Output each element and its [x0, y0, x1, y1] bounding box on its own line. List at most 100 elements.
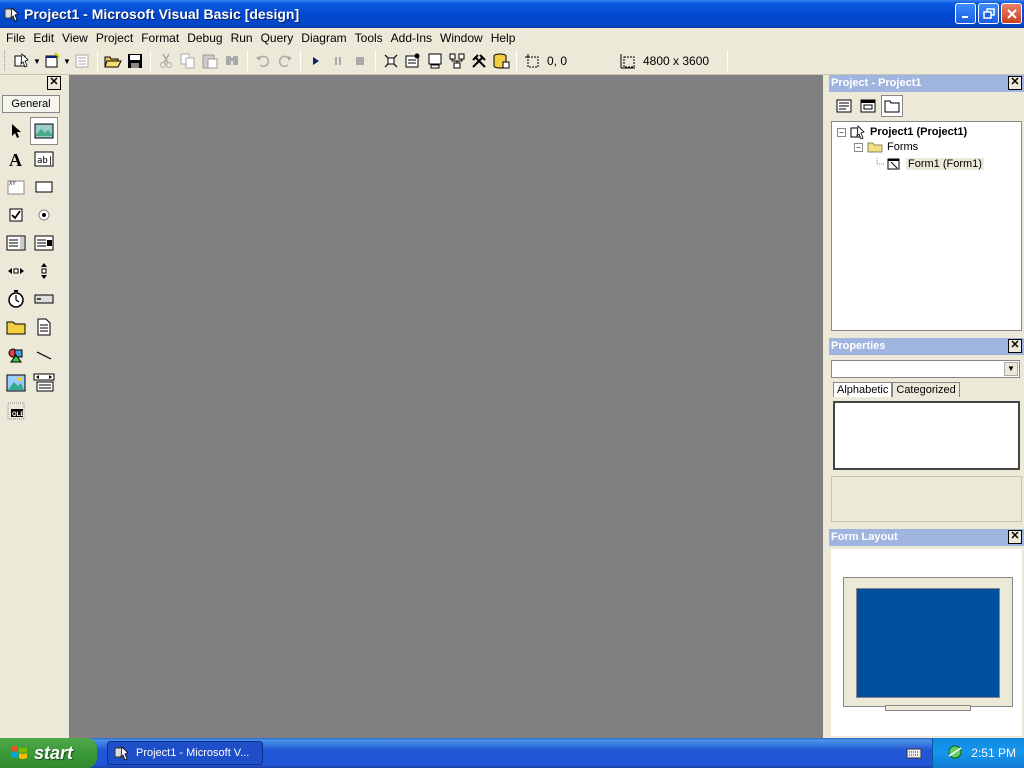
- chevron-down-icon[interactable]: ▼: [33, 57, 41, 66]
- textbox-tool-icon[interactable]: ab|: [30, 145, 58, 173]
- menu-window[interactable]: Window: [436, 31, 487, 45]
- redo-icon[interactable]: [274, 50, 296, 72]
- chevron-down-icon[interactable]: ▼: [63, 57, 71, 66]
- toolbar-grip[interactable]: [4, 51, 7, 71]
- paste-icon[interactable]: [199, 50, 221, 72]
- keyboard-icon[interactable]: [906, 746, 922, 763]
- network-icon[interactable]: [947, 744, 963, 763]
- end-stop-icon[interactable]: [349, 50, 371, 72]
- form-layout-title[interactable]: Form Layout ✕: [829, 529, 1024, 546]
- close-icon[interactable]: ✕: [47, 76, 61, 90]
- taskbar-vb-button[interactable]: Project1 - Microsoft V...: [107, 741, 263, 765]
- properties-pane: Properties ✕ ▼ Alphabetic Categorized: [829, 338, 1024, 526]
- combobox-tool-icon[interactable]: [2, 229, 30, 257]
- undo-icon[interactable]: [252, 50, 274, 72]
- data-control-icon[interactable]: [30, 369, 58, 397]
- close-icon[interactable]: ✕: [1008, 530, 1022, 544]
- pointer-tool-icon[interactable]: [2, 117, 30, 145]
- menu-run[interactable]: Run: [227, 31, 257, 45]
- commandbutton-tool-icon[interactable]: [30, 173, 58, 201]
- close-icon[interactable]: ✕: [1008, 76, 1022, 90]
- shape-tool-icon[interactable]: [2, 341, 30, 369]
- monitor-stand: [885, 705, 971, 711]
- collapse-icon[interactable]: −: [854, 142, 863, 152]
- open-folder-icon[interactable]: [102, 50, 124, 72]
- vb-app-icon[interactable]: [4, 6, 20, 22]
- toggle-folders-icon[interactable]: [881, 95, 903, 117]
- view-object-icon[interactable]: [857, 95, 879, 117]
- optionbutton-tool-icon[interactable]: [30, 201, 58, 229]
- menu-file[interactable]: File: [2, 31, 29, 45]
- windows-logo-icon: [10, 744, 28, 762]
- menu-help[interactable]: Help: [487, 31, 520, 45]
- filelistbox-tool-icon[interactable]: [30, 313, 58, 341]
- picturebox-tool-icon[interactable]: [30, 117, 58, 145]
- copy-icon[interactable]: [177, 50, 199, 72]
- listbox-tool-icon[interactable]: [30, 229, 58, 257]
- tree-line: [876, 158, 885, 165]
- frame-tool-icon[interactable]: XY: [2, 173, 30, 201]
- menu-diagram[interactable]: Diagram: [297, 31, 350, 45]
- dirlistbox-tool-icon[interactable]: [2, 313, 30, 341]
- start-button[interactable]: start: [0, 738, 97, 768]
- close-icon[interactable]: ✕: [1008, 339, 1022, 353]
- minimize-button[interactable]: [955, 3, 976, 24]
- menu-tools[interactable]: Tools: [351, 31, 387, 45]
- menu-view[interactable]: View: [58, 31, 92, 45]
- form-layout-icon[interactable]: [424, 50, 446, 72]
- tree-node-forms[interactable]: − Forms: [854, 141, 918, 153]
- timer-tool-icon[interactable]: [2, 285, 30, 313]
- project-explorer-toolbar: [829, 92, 1024, 120]
- project-explorer-icon[interactable]: [380, 50, 402, 72]
- property-description: [831, 476, 1022, 522]
- hscrollbar-tool-icon[interactable]: [2, 257, 30, 285]
- menu-format[interactable]: Format: [137, 31, 183, 45]
- find-icon[interactable]: [221, 50, 243, 72]
- break-pause-icon[interactable]: [327, 50, 349, 72]
- view-code-icon[interactable]: [833, 95, 855, 117]
- menu-add-ins[interactable]: Add-Ins: [387, 31, 436, 45]
- object-browser-icon[interactable]: [446, 50, 468, 72]
- image-tool-icon[interactable]: [2, 369, 30, 397]
- save-icon[interactable]: [124, 50, 146, 72]
- svg-text:ab|: ab|: [37, 156, 53, 166]
- menu-editor-icon[interactable]: [71, 50, 93, 72]
- vscrollbar-tool-icon[interactable]: [30, 257, 58, 285]
- toolbox-icon[interactable]: [468, 50, 490, 72]
- start-run-icon[interactable]: [305, 50, 327, 72]
- line-tool-icon[interactable]: [30, 341, 58, 369]
- position-readout: 0, 0: [547, 54, 568, 68]
- add-project-icon[interactable]: [11, 50, 33, 72]
- add-form-icon[interactable]: [41, 50, 63, 72]
- object-select[interactable]: ▼: [831, 360, 1020, 378]
- tree-node-form1[interactable]: Form1 (Form1): [876, 157, 984, 171]
- menu-debug[interactable]: Debug: [183, 31, 226, 45]
- project-explorer-title[interactable]: Project - Project1 ✕: [829, 75, 1024, 92]
- title-bar[interactable]: Project1 - Microsoft Visual Basic [desig…: [0, 0, 1024, 28]
- checkbox-tool-icon[interactable]: [2, 201, 30, 229]
- menu-project[interactable]: Project: [92, 31, 137, 45]
- label-tool-icon[interactable]: A: [2, 145, 30, 173]
- chevron-down-icon[interactable]: ▼: [1004, 362, 1018, 376]
- mdi-workspace[interactable]: [69, 75, 823, 738]
- properties-window-icon[interactable]: [402, 50, 424, 72]
- cut-icon[interactable]: [155, 50, 177, 72]
- tab-categorized[interactable]: Categorized: [892, 382, 960, 397]
- menu-query[interactable]: Query: [257, 31, 298, 45]
- toolbox-tab-general[interactable]: General: [2, 95, 60, 113]
- taskbar-vb-label: Project1 - Microsoft V...: [136, 747, 250, 759]
- monitor-screen[interactable]: [856, 588, 1000, 698]
- close-button[interactable]: [1001, 3, 1022, 24]
- properties-grid[interactable]: [833, 401, 1020, 470]
- drivelistbox-tool-icon[interactable]: [30, 285, 58, 313]
- tree-node-project[interactable]: − Project1 (Project1): [837, 125, 967, 139]
- project-explorer-pane: Project - Project1 ✕ − Project1 (Project…: [829, 75, 1024, 333]
- collapse-icon[interactable]: −: [837, 127, 846, 137]
- ole-tool-icon[interactable]: OLE: [2, 397, 30, 425]
- properties-title[interactable]: Properties ✕: [829, 338, 1024, 355]
- clock[interactable]: 2:51 PM: [971, 746, 1016, 760]
- menu-edit[interactable]: Edit: [29, 31, 58, 45]
- data-view-icon[interactable]: [490, 50, 512, 72]
- tab-alphabetic[interactable]: Alphabetic: [833, 382, 893, 397]
- restore-button[interactable]: [978, 3, 999, 24]
